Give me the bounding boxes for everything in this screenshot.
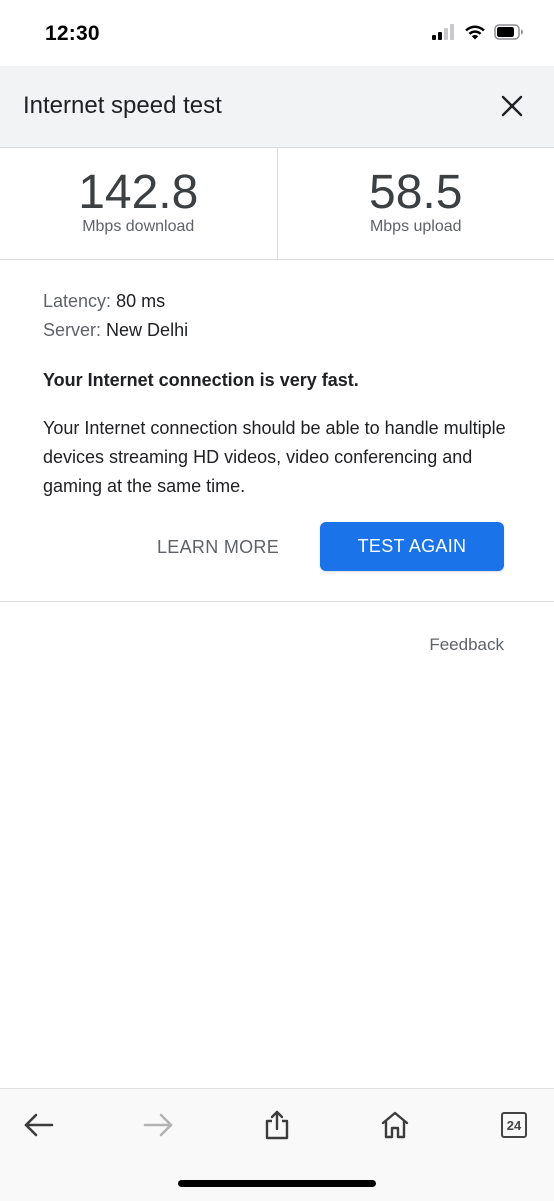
upload-value: 58.5 xyxy=(369,168,462,218)
server-line: Server: New Delhi xyxy=(43,320,188,341)
back-arrow-icon xyxy=(23,1113,55,1137)
status-time: 12:30 xyxy=(45,22,100,46)
latency-value: 80 ms xyxy=(116,291,165,311)
download-metric: 142.8 Mbps download xyxy=(0,148,277,259)
cellular-signal-icon xyxy=(432,24,456,40)
wifi-icon xyxy=(464,24,486,40)
home-icon xyxy=(380,1110,410,1140)
share-icon xyxy=(264,1110,290,1140)
speed-metrics: 142.8 Mbps download 58.5 Mbps upload xyxy=(0,148,554,260)
forward-arrow-icon xyxy=(142,1113,174,1137)
speed-test-header: Internet speed test xyxy=(0,66,554,148)
status-bar: 12:30 xyxy=(0,0,554,66)
server-value: New Delhi xyxy=(106,320,188,340)
battery-icon xyxy=(494,24,524,40)
latency-line: Latency: 80 ms xyxy=(43,291,165,312)
home-indicator xyxy=(178,1180,376,1187)
share-button[interactable] xyxy=(255,1103,299,1147)
latency-label: Latency: xyxy=(43,291,111,311)
close-button[interactable] xyxy=(492,86,532,126)
download-value: 142.8 xyxy=(78,168,198,218)
tabs-icon: 24 xyxy=(501,1112,527,1138)
back-button[interactable] xyxy=(17,1103,61,1147)
download-label: Mbps download xyxy=(82,218,194,236)
close-icon xyxy=(501,95,523,117)
home-button[interactable] xyxy=(373,1103,417,1147)
test-again-button[interactable]: TEST AGAIN xyxy=(320,522,504,571)
upload-label: Mbps upload xyxy=(370,218,462,236)
learn-more-button[interactable]: LEARN MORE xyxy=(157,537,279,558)
feedback-link[interactable]: Feedback xyxy=(429,635,504,655)
connection-description: Your Internet connection should be able … xyxy=(43,414,518,501)
page-title: Internet speed test xyxy=(23,92,222,120)
upload-metric: 58.5 Mbps upload xyxy=(277,148,554,259)
browser-toolbar: 24 xyxy=(0,1088,554,1201)
speed-details: Latency: 80 ms Server: New Delhi Your In… xyxy=(0,260,554,602)
connection-verdict: Your Internet connection is very fast. xyxy=(43,370,359,391)
tabs-button[interactable]: 24 xyxy=(492,1103,536,1147)
status-icons xyxy=(432,24,524,40)
server-label: Server: xyxy=(43,320,101,340)
forward-button[interactable] xyxy=(136,1103,180,1147)
